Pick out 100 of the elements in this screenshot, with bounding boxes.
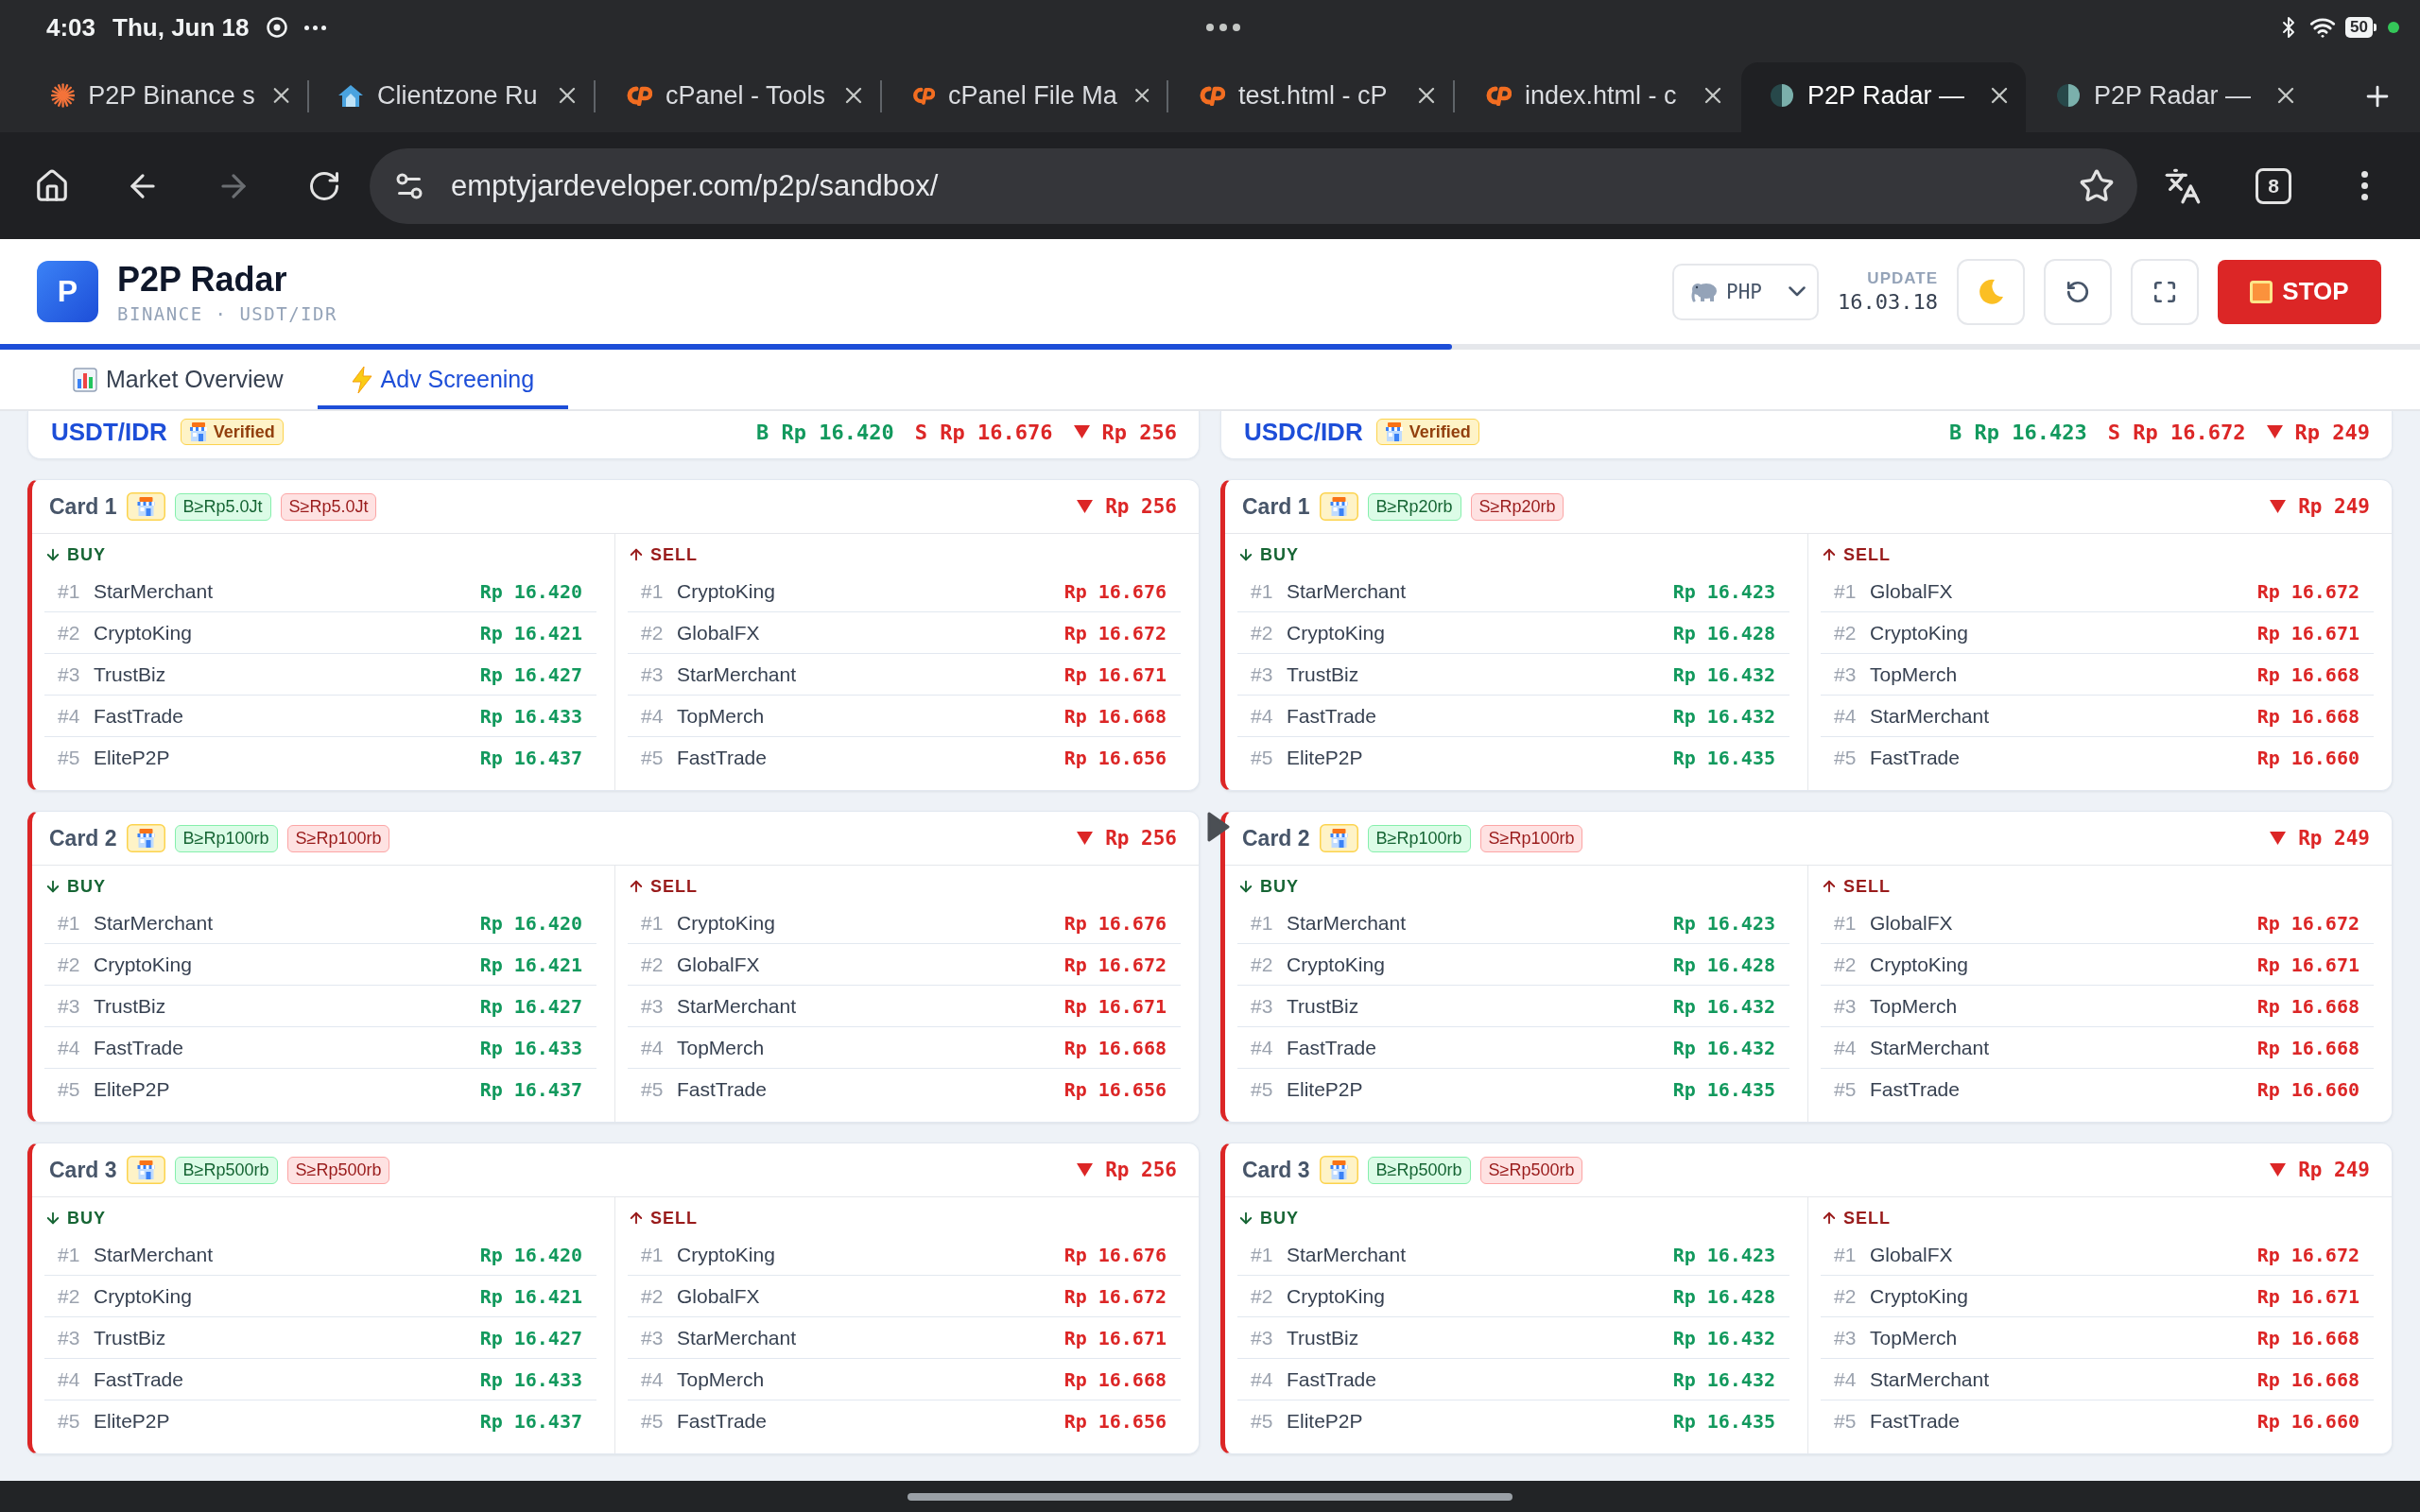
store-icon	[1319, 1156, 1358, 1184]
home-icon	[34, 167, 70, 204]
card-title: Card 3	[1242, 1157, 1310, 1183]
browser-tab[interactable]: P2P Binance s	[23, 62, 307, 132]
offer-rank: #1	[58, 579, 81, 603]
sell-price: Rp 16.676	[1063, 1243, 1167, 1266]
arrow-down-icon	[1237, 878, 1254, 895]
arrow-down-icon	[1237, 1210, 1254, 1227]
offer-rank: #1	[641, 911, 665, 935]
card-title: Card 1	[49, 493, 117, 520]
store-icon	[1319, 824, 1358, 852]
merchant-name: TopMerch	[1870, 994, 1959, 1018]
buy-price: Rp 16.423	[1672, 911, 1775, 935]
drag-handle-icon[interactable]	[1205, 24, 1240, 31]
browser-tab[interactable]: P2P Radar —	[1741, 62, 2026, 132]
arrow-down-icon	[1237, 546, 1254, 563]
star-icon[interactable]	[2079, 167, 2115, 204]
browser-tab[interactable]: test.html - cP	[1168, 62, 1453, 132]
buy-price: Rp 16.420	[479, 1243, 582, 1266]
sell-price: Rp 16.660	[2256, 747, 2360, 769]
merchant-name: FastTrade	[1287, 1367, 1377, 1391]
more-icon	[2360, 171, 2368, 200]
buy-filter-tag: B≥Rp500rb	[1367, 1156, 1471, 1184]
merchant-name: StarMerchant	[94, 579, 215, 603]
chevron-down-icon	[1789, 286, 1806, 297]
offer-rank: #4	[1251, 1036, 1274, 1059]
elephant-icon	[1691, 281, 1719, 302]
sell-price: Rp 16.671	[1063, 662, 1167, 686]
buy-price: Rp 16.433	[479, 1367, 582, 1391]
offer-rank: #3	[1251, 994, 1274, 1018]
down-triangle-icon	[2270, 832, 2287, 845]
buy-heading: BUY	[67, 544, 106, 565]
offer-rank: #4	[641, 1367, 665, 1391]
offer-rank: #4	[1251, 1367, 1274, 1391]
card-title: Card 2	[1242, 825, 1310, 851]
offer-rank: #5	[1251, 747, 1274, 769]
buy-heading: BUY	[1260, 1208, 1299, 1228]
stop-button[interactable]: STOP	[2218, 259, 2381, 324]
buy-price: Rp 16.432	[1672, 704, 1775, 728]
status-date: Thu, Jun 18	[112, 12, 250, 43]
sell-price: Rp 16.668	[2256, 1036, 2360, 1059]
merchant-name: TopMerch	[1870, 662, 1959, 686]
sell-price: Rp 16.671	[1063, 994, 1167, 1018]
gesture-bar[interactable]	[908, 1492, 1512, 1501]
offer-rank: #3	[641, 994, 665, 1018]
merchant-name: FastTrade	[1870, 747, 1961, 769]
down-triangle-icon	[1077, 500, 1094, 513]
buy-price: Rp 16.427	[479, 1326, 582, 1349]
merchant-name: StarMerchant	[1870, 1367, 1991, 1391]
offer-rank: #5	[641, 1410, 665, 1433]
sell-heading: SELL	[650, 876, 698, 897]
down-triangle-icon	[2270, 500, 2287, 513]
merchant-name: CryptoKing	[677, 911, 776, 935]
verified-label: Verified	[213, 421, 275, 442]
buy-price: Rp 16.420	[479, 579, 582, 603]
card-title: Card 1	[1242, 493, 1310, 520]
merchant-name: GlobalFX	[1870, 911, 1954, 935]
offer-rank: #2	[1834, 953, 1858, 976]
offer-rank: #2	[58, 953, 81, 976]
merchant-name: CryptoKing	[677, 1243, 776, 1266]
translate-icon	[2164, 166, 2202, 205]
buy-price: Rp 16.432	[1672, 1367, 1775, 1391]
offer-rank: #3	[1251, 1326, 1274, 1349]
offer-rank: #4	[1834, 1367, 1858, 1391]
tab-count-button[interactable]: 8	[2228, 140, 2319, 232]
browser-tab[interactable]: Clientzone Ru	[309, 62, 594, 132]
refresh-button[interactable]	[2044, 258, 2112, 325]
best-buy-price: B Rp 16.423	[1949, 420, 2087, 444]
merchant-name: FastTrade	[1287, 704, 1377, 728]
offer-rank: #3	[58, 1326, 81, 1349]
merchant-name: StarMerchant	[677, 1326, 798, 1349]
sell-price: Rp 16.668	[2256, 994, 2360, 1018]
more-icon	[303, 25, 326, 30]
merchant-name: CryptoKing	[1287, 1284, 1386, 1308]
browser-tab[interactable]: index.html - c	[1455, 62, 1739, 132]
sell-filter-tag: S≥Rp5.0Jt	[280, 492, 377, 521]
browser-tab[interactable]: cPanel File Ma	[882, 62, 1167, 132]
sell-price: Rp 16.668	[2256, 662, 2360, 686]
sell-heading: SELL	[1843, 1208, 1891, 1228]
address-bar[interactable]: emptyjardeveloper.com/p2p/sandbox/	[370, 147, 2137, 224]
store-icon	[1384, 421, 1404, 442]
sell-price: Rp 16.672	[1063, 953, 1167, 976]
browser-tab[interactable]: cPanel - Tools	[596, 62, 880, 132]
merchant-name: EliteP2P	[1287, 747, 1364, 769]
down-triangle-icon	[1073, 425, 1090, 438]
sell-price: Rp 16.671	[1063, 1326, 1167, 1349]
browser-tab[interactable]: P2P Radar —	[2028, 62, 2312, 132]
currency-select[interactable]: PHP	[1672, 263, 1820, 320]
view-tab[interactable]: Market Overview	[39, 350, 318, 409]
card-title: Card 2	[49, 825, 117, 851]
fullscreen-button[interactable]	[2131, 258, 2199, 325]
buy-heading: BUY	[67, 876, 106, 897]
offer-rank: #1	[1834, 579, 1858, 603]
theme-toggle-button[interactable]	[1957, 258, 2025, 325]
down-triangle-icon	[2266, 425, 2283, 438]
offer-rank: #1	[1251, 579, 1274, 603]
sell-price: Rp 16.668	[2256, 704, 2360, 728]
sell-price: Rp 16.668	[2256, 1326, 2360, 1349]
disc-logo-icon	[2056, 83, 2081, 108]
merchant-name: StarMerchant	[94, 911, 215, 935]
